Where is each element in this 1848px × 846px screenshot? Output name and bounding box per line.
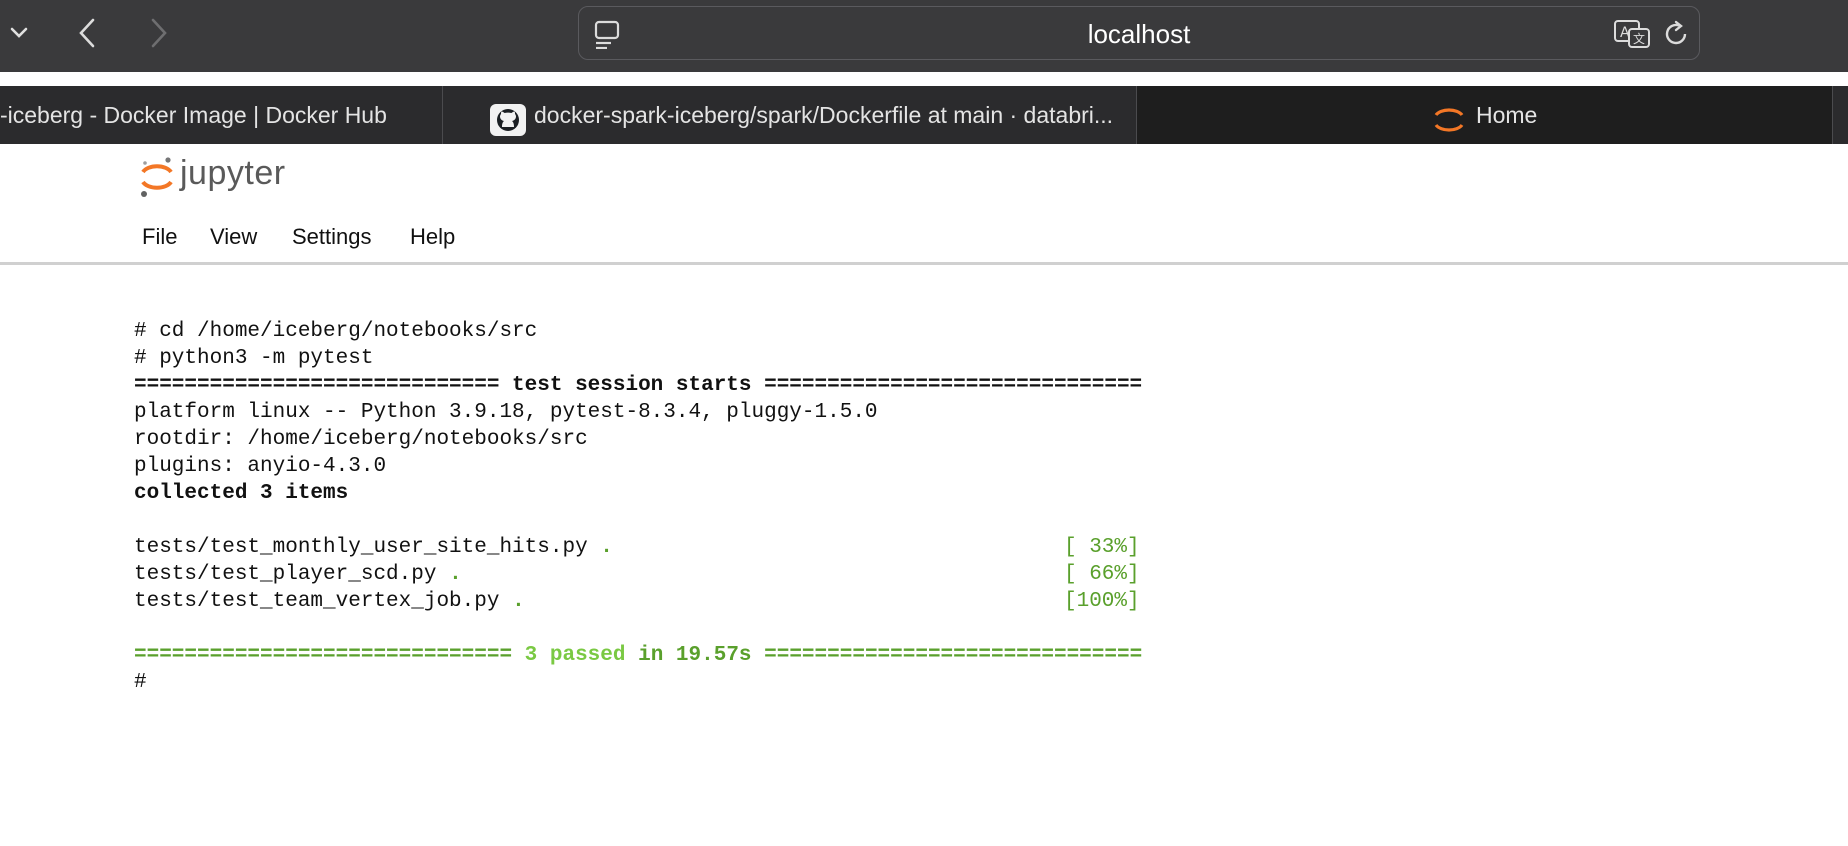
translate-icon[interactable]: A文 — [1613, 19, 1653, 54]
menu-file[interactable]: File — [142, 212, 177, 262]
test-progress: [ 66%] — [1064, 563, 1140, 586]
tab-docker-hub[interactable]: -iceberg - Docker Image | Docker Hub — [0, 86, 442, 144]
summary-duration: in 19.57s — [625, 644, 765, 667]
summary-rule-left: ============================== — [134, 644, 525, 667]
test-pass-dot: . — [512, 590, 525, 613]
menu-bar: File View Settings Help — [0, 212, 1848, 265]
address-bar[interactable]: localhost A文 — [578, 6, 1700, 60]
svg-text:文: 文 — [1633, 31, 1645, 46]
test-file: tests/test_team_vertex_job.py — [134, 590, 500, 613]
tab-title: docker-spark-iceberg/spark/Dockerfile at… — [534, 102, 1114, 128]
terminal-line-pytest: # python3 -m pytest — [134, 347, 374, 370]
summary-passed: 3 passed — [524, 644, 626, 667]
terminal-line-cd: # cd /home/iceberg/notebooks/src — [134, 320, 538, 343]
tab-title: -iceberg - Docker Image | Docker Hub — [0, 102, 387, 128]
url-text[interactable]: localhost — [579, 7, 1699, 61]
test-result-line: tests/test_team_vertex_job.py . — [134, 588, 525, 615]
forward-icon[interactable] — [142, 16, 176, 50]
session-header: ============================= test sessi… — [134, 374, 1143, 397]
jupyter-header: jupyter — [0, 144, 1848, 213]
collected-info: collected 3 items — [134, 482, 349, 505]
platform-info: platform linux -- Python 3.9.18, pytest-… — [134, 401, 878, 424]
jupyter-icon — [1433, 99, 1465, 132]
test-file: tests/test_monthly_user_site_hits.py — [134, 536, 588, 559]
tab-github-dockerfile[interactable]: docker-spark-iceberg/spark/Dockerfile at… — [443, 86, 1136, 144]
test-file: tests/test_player_scd.py — [134, 563, 437, 586]
tab-title: Home — [1476, 102, 1538, 128]
github-icon — [490, 99, 526, 136]
plugins-info: plugins: anyio-4.3.0 — [134, 455, 387, 478]
tab-strip: -iceberg - Docker Image | Docker Hub doc… — [0, 86, 1848, 144]
tab-jupyter-home[interactable]: Home — [1137, 86, 1832, 144]
terminal-prompt[interactable]: # — [134, 669, 147, 696]
back-icon[interactable] — [70, 16, 104, 50]
menu-view[interactable]: View — [210, 212, 257, 262]
menu-help[interactable]: Help — [410, 212, 455, 262]
test-pass-dot: . — [449, 563, 462, 586]
menu-settings[interactable]: Settings — [292, 212, 372, 262]
jupyter-logo-icon[interactable] — [138, 154, 176, 205]
test-progress: [100%] — [1064, 590, 1140, 613]
tab-overview-chevron-icon[interactable] — [2, 16, 36, 50]
test-result-line: tests/test_monthly_user_site_hits.py . — [134, 534, 613, 561]
test-progress: [ 33%] — [1064, 536, 1140, 559]
tab-separator — [1832, 86, 1833, 144]
summary-line: ============================== 3 passed … — [134, 642, 1142, 669]
jupyter-logo-text[interactable]: jupyter — [180, 154, 286, 193]
summary-rule-right: ============================== — [764, 644, 1143, 667]
rootdir-info: rootdir: /home/iceberg/notebooks/src — [134, 428, 588, 451]
test-pass-dot: . — [600, 536, 613, 559]
test-result-line: tests/test_player_scd.py . — [134, 561, 462, 588]
browser-toolbar: localhost A文 — [0, 0, 1848, 72]
reload-icon[interactable] — [1661, 19, 1691, 54]
